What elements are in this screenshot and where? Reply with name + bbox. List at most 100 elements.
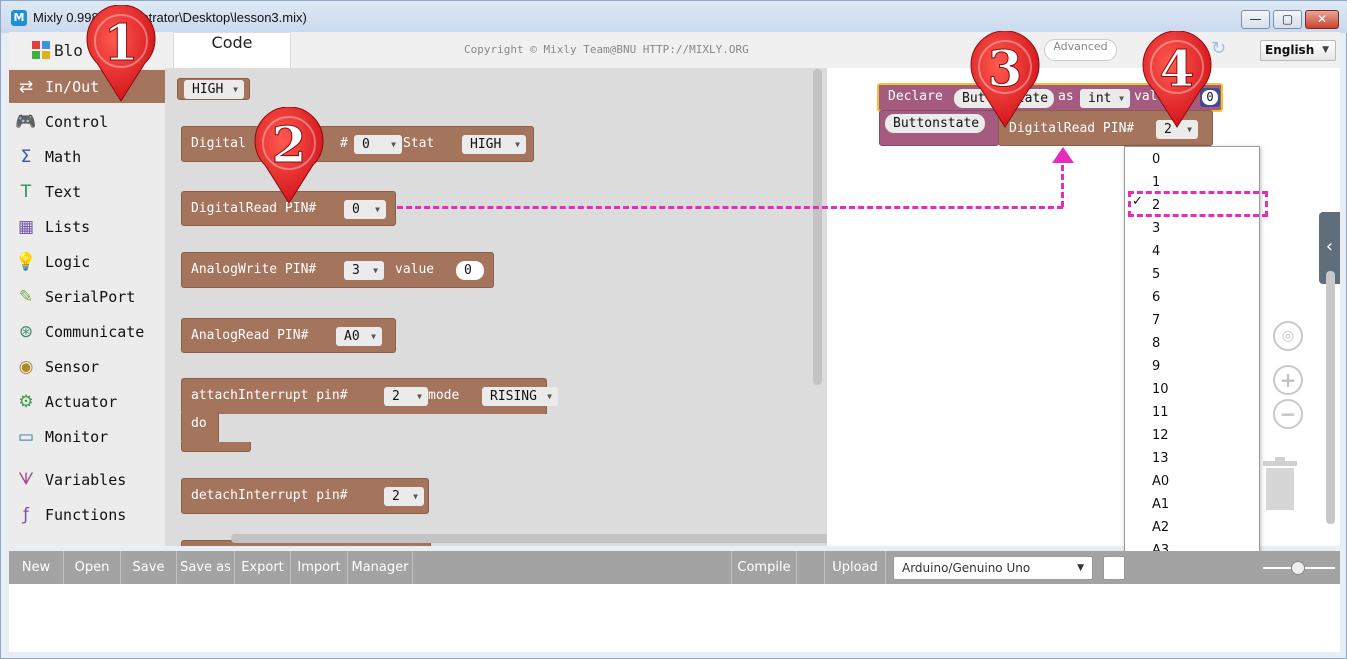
attach-do-label: do: [191, 416, 207, 431]
analogread-pin-dropdown[interactable]: A0 ▼: [336, 327, 382, 346]
block-detachinterrupt[interactable]: detachInterrupt pin# 2 ▼: [181, 478, 429, 514]
dropdown-option[interactable]: 12: [1125, 424, 1259, 447]
satellite-icon: ⊛: [18, 322, 34, 342]
dropdown-option[interactable]: A1: [1125, 493, 1259, 516]
minimize-button[interactable]: —: [1241, 10, 1270, 29]
dropdown-option[interactable]: A2: [1125, 516, 1259, 539]
dropdown-option[interactable]: 8: [1125, 332, 1259, 355]
save-as-button[interactable]: Save as: [177, 551, 235, 584]
attach-bottom-arm: [181, 442, 251, 452]
digitalwrite-pin-dropdown[interactable]: 0 ▼: [354, 135, 402, 154]
dropdown-option[interactable]: 4: [1125, 240, 1259, 263]
chevron-down-icon: ▼: [413, 492, 418, 501]
sidebar-item-control[interactable]: 🎮 Control: [9, 105, 165, 138]
declare-as-label: as: [1058, 89, 1074, 104]
maximize-button[interactable]: ▢: [1273, 10, 1302, 29]
zoom-in-icon[interactable]: +: [1273, 365, 1303, 395]
chevron-down-icon: ▼: [391, 140, 396, 149]
sidebar-item-label: Variables: [45, 471, 127, 489]
copyright-text: Copyright © Mixly Team@BNU HTTP://MIXLY.…: [464, 43, 749, 56]
analogwrite-label: AnalogWrite PIN#: [191, 262, 317, 277]
dropdown-option[interactable]: 9: [1125, 355, 1259, 378]
attach-pin-dropdown[interactable]: 2 ▼: [384, 387, 428, 406]
flyout-horizontal-scrollbar[interactable]: [231, 534, 913, 543]
export-button[interactable]: Export: [235, 551, 291, 584]
sensor-icon: ◉: [18, 357, 34, 377]
dropdown-option[interactable]: 3: [1125, 217, 1259, 240]
attach-mode-label: mode: [428, 388, 460, 403]
serial-icon: ✎: [18, 287, 34, 307]
recenter-icon[interactable]: ◎: [1273, 321, 1303, 351]
flyout-vertical-scrollbar[interactable]: [813, 69, 822, 385]
upload-button[interactable]: Upload: [824, 551, 886, 584]
block-attachinterrupt[interactable]: attachInterrupt pin# 2 ▼ mode RISING ▼: [181, 378, 558, 414]
analogwrite-value: 0: [464, 263, 472, 278]
high-dropdown[interactable]: HIGH ▼: [184, 80, 244, 99]
tab-code-label: Code: [211, 33, 253, 52]
dropdown-option[interactable]: 6: [1125, 286, 1259, 309]
sidebar-item-functions[interactable]: ƒ Functions: [9, 498, 165, 531]
sidebar-item-actuator[interactable]: ⚙ Actuator: [9, 385, 165, 418]
open-button[interactable]: Open: [64, 551, 121, 584]
block-analogread[interactable]: AnalogRead PIN# A0 ▼: [181, 318, 396, 353]
save-button[interactable]: Save: [121, 551, 177, 584]
block-high[interactable]: HIGH ▼: [177, 78, 250, 100]
close-button[interactable]: ✕: [1305, 10, 1339, 29]
font-size-slider-handle[interactable]: [1291, 561, 1305, 575]
output-console[interactable]: [9, 584, 1340, 652]
sidebar-item-label: Functions: [45, 506, 127, 524]
sidebar-item-monitor[interactable]: ▭ Monitor: [9, 420, 165, 453]
dropdown-option[interactable]: 11: [1125, 401, 1259, 424]
sidebar-item-label: SerialPort: [45, 288, 136, 306]
category-sidebar: ⇄ In/Out 🎮 Control Σ Math T Text ▦ Lists 💡 Logic ✎ Se…: [9, 68, 165, 546]
sidebar-item-sensor[interactable]: ◉ Sensor: [9, 350, 165, 383]
zoom-out-icon[interactable]: −: [1273, 399, 1303, 429]
sidebar-item-communicate[interactable]: ⊛ Communicate: [9, 315, 165, 348]
chevron-down-icon: ▼: [547, 392, 552, 401]
digitalwrite-stat-dropdown[interactable]: HIGH ▼: [462, 135, 526, 154]
sidebar-item-logic[interactable]: 💡 Logic: [9, 245, 165, 278]
marker-number: 3: [988, 39, 1023, 98]
sidebar-item-label: Math: [45, 148, 82, 166]
dropdown-option[interactable]: 10: [1125, 378, 1259, 401]
declare-type-value: int: [1088, 91, 1112, 106]
board-select[interactable]: Arduino/Genuino Uno ▼: [893, 556, 1093, 580]
dropdown-option[interactable]: A0: [1125, 470, 1259, 493]
advanced-toggle[interactable]: Advanced: [1044, 39, 1117, 61]
arrows-icon: ⇄: [18, 77, 34, 97]
import-button[interactable]: Import: [291, 551, 348, 584]
digitalread-pin-dropdown[interactable]: 0 ▼: [344, 200, 386, 219]
marker-1: 1: [86, 5, 156, 102]
language-select[interactable]: English ▼: [1260, 40, 1336, 61]
mixly-logo-icon: M: [11, 10, 27, 26]
sidebar-item-math[interactable]: Σ Math: [9, 140, 165, 173]
annotation-dashed-line: [397, 206, 1063, 209]
workspace-vertical-scrollbar[interactable]: [1326, 271, 1335, 524]
tab-code[interactable]: Code: [173, 32, 291, 68]
sidebar-item-label: Logic: [45, 253, 91, 271]
dropdown-option-label: 0: [1152, 152, 1161, 167]
marker-2: 2: [254, 107, 324, 204]
dropdown-option[interactable]: 5: [1125, 263, 1259, 286]
manager-button[interactable]: Manager: [348, 551, 413, 584]
trash-icon[interactable]: [1261, 457, 1299, 512]
dropdown-option[interactable]: 7: [1125, 309, 1259, 332]
new-button[interactable]: New: [9, 551, 64, 584]
analogwrite-pin-dropdown[interactable]: 3 ▼: [344, 261, 384, 280]
marker-4: 4: [1142, 31, 1212, 128]
analogwrite-value-input[interactable]: 0: [456, 261, 484, 280]
compile-button[interactable]: Compile: [731, 551, 797, 584]
block-digitalwrite[interactable]: Digital # 0 ▼ Stat HIGH ▼: [181, 126, 534, 162]
port-select[interactable]: [1103, 556, 1125, 580]
detach-pin-dropdown[interactable]: 2 ▼: [384, 487, 424, 506]
sidebar-item-serialport[interactable]: ✎ SerialPort: [9, 280, 165, 313]
dropdown-option[interactable]: 13: [1125, 447, 1259, 470]
dropdown-option[interactable]: 0: [1125, 148, 1259, 171]
attach-mode-dropdown[interactable]: RISING ▼: [482, 387, 558, 406]
sidebar-item-lists[interactable]: ▦ Lists: [9, 210, 165, 243]
sidebar-item-variables[interactable]: ᗐ Variables: [9, 463, 165, 496]
declare-type-dropdown[interactable]: int ▼: [1080, 89, 1130, 108]
sidebar-item-text[interactable]: T Text: [9, 175, 165, 208]
marker-3: 3: [970, 31, 1040, 128]
block-analogwrite[interactable]: AnalogWrite PIN# 3 ▼ value 0: [181, 252, 494, 288]
